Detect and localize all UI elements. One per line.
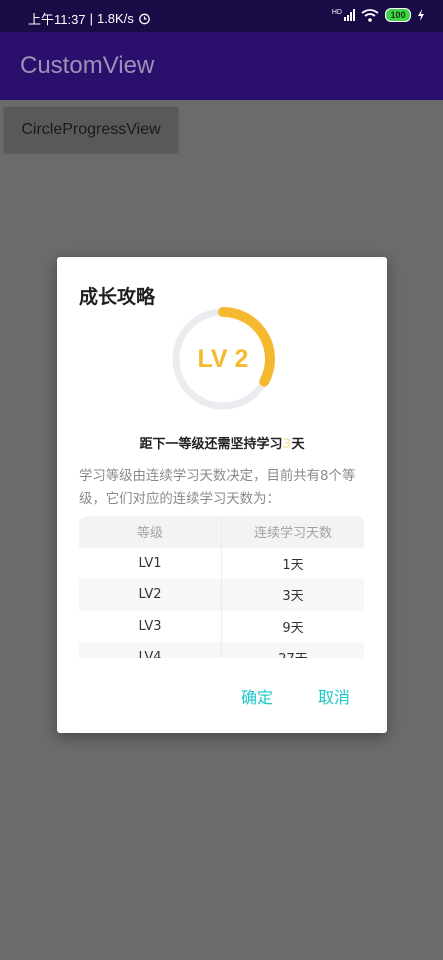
status-left: 上午11:37 | 1.8K/s [28,9,151,28]
row-days: 27天 [222,642,364,658]
signal-icon: HD [332,9,355,21]
app-bar: CustomView [0,32,443,100]
row-level: LV1 [79,547,222,579]
status-separator: | [89,11,93,26]
status-time: 上午11:37 [28,12,86,27]
next-level-days: 3 [282,437,292,452]
next-level-prefix: 距下一等级还需坚持学习 [139,437,283,452]
level-label: LV 2 [197,344,249,373]
table-row: LV4 27天 [79,642,364,658]
next-level-suffix: 天 [291,437,305,452]
dialog-actions: 确定 取消 [241,684,350,708]
table-row: LV3 9天 [79,610,364,642]
wifi-icon [361,8,379,22]
row-level: LV3 [79,610,222,642]
row-level: LV2 [79,579,222,611]
dialog-title: 成长攻略 [79,286,156,308]
app-title: CustomView [20,52,155,79]
table-header: 等级 连续学习天数 [79,516,364,548]
table-row: LV2 3天 [79,579,364,611]
table-row: LV1 1天 [79,547,364,579]
row-days: 3天 [282,589,304,605]
status-right: HD 100 [332,8,425,22]
row-days: 9天 [282,620,304,636]
signal-hd-label: HD [331,9,342,16]
row-days: 1天 [282,557,304,573]
row-level: LV4 [79,642,222,658]
header-days: 连续学习天数 [253,526,332,542]
network-speed: 1.8K/s [96,11,134,26]
circle-progress-view-button[interactable]: CircleProgressView [4,107,178,152]
alarm-clock-icon [138,13,150,25]
lightning-icon [418,9,424,21]
next-level-text: 距下一等级还需坚持学习3天 [57,433,387,452]
cancel-button[interactable]: 取消 [318,684,350,708]
growth-guide-dialog: 成长攻略 LV 2 距下一等级还需坚持学习3天 学习等级由连续学习天数决定，目前… [57,257,387,733]
battery-icon: 100 [385,8,411,22]
level-table[interactable]: 等级 连续学习天数 LV1 1天 LV2 3天 LV3 9天 LV4 27天 [79,516,364,658]
header-level: 等级 [79,516,222,548]
status-bar: 上午11:37 | 1.8K/s HD 100 [0,0,443,32]
confirm-button[interactable]: 确定 [241,684,273,708]
level-description: 学习等级由连续学习天数决定，目前共有8个等级，它们对应的连续学习天数为： [79,469,356,507]
